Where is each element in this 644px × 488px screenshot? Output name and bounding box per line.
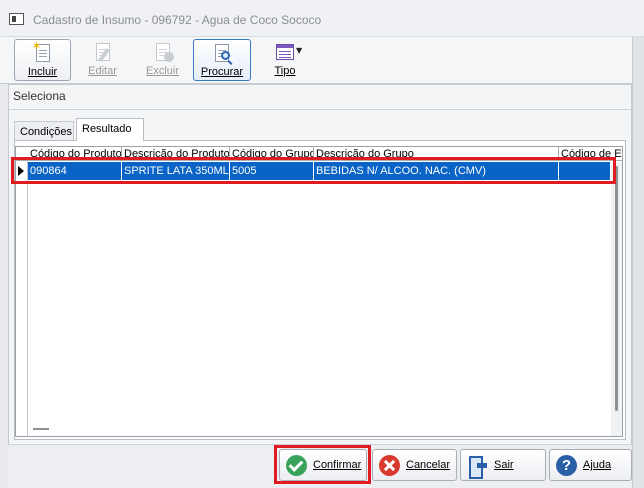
panel-divider (8, 109, 632, 110)
excluir-label: Excluir (145, 65, 179, 77)
cell-descricao-grupo[interactable]: BEBIDAS N/ ALCOO. NAC. (CMV) (314, 162, 559, 180)
toolbar: ✶ Incluir Editar Excluir Procurar Tipo ▼ (0, 37, 644, 84)
cell-codigo-produto[interactable]: 090864 (28, 162, 122, 180)
title-bar: Cadastro de Insumo - 096792 - Agua de Co… (0, 0, 644, 37)
tab-resultado[interactable]: Resultado (76, 118, 144, 141)
new-document-icon: ✶ (32, 40, 53, 65)
table-row[interactable]: 090864 SPRITE LATA 350ML ( 5005 BEBIDAS … (16, 162, 610, 180)
cell-codigo-grupo[interactable]: 5005 (230, 162, 314, 180)
cancel-icon (379, 455, 400, 476)
editar-label: Editar (88, 65, 117, 77)
tipo-dropdown-arrow-icon[interactable]: ▼ (296, 46, 302, 55)
help-icon: ? (556, 455, 577, 476)
column-header[interactable]: Código do Grupo (230, 147, 314, 161)
window-title: Cadastro de Insumo - 096792 - Agua de Co… (33, 13, 322, 27)
row-indicator-column (16, 147, 28, 436)
column-header[interactable]: Descrição do Grupo (314, 147, 559, 161)
cell-codigo-e[interactable] (559, 162, 610, 180)
tab-condicoes-label: Condições (20, 126, 72, 138)
confirmar-button[interactable]: Confirmar (279, 449, 367, 481)
type-list-icon (275, 42, 295, 64)
procurar-button[interactable]: Procurar (193, 39, 251, 81)
column-header[interactable]: Código de E (559, 147, 622, 161)
vertical-scrollbar[interactable] (611, 162, 622, 436)
check-icon (286, 455, 307, 476)
app-window-icon (9, 13, 24, 25)
confirmar-label: Confirmar (313, 459, 362, 471)
results-grid[interactable]: Código do Produto Descrição do Produto C… (15, 146, 623, 437)
tipo-label: Tipo (274, 65, 296, 77)
sair-label: Sair (494, 459, 514, 471)
delete-document-icon (153, 42, 174, 64)
incluir-button[interactable]: ✶ Incluir (14, 39, 71, 81)
column-header[interactable]: Descrição do Produto (122, 147, 230, 161)
tab-condicoes[interactable]: Condições (14, 121, 74, 141)
horizontal-scrollbar-thumb[interactable] (33, 428, 49, 430)
ajuda-label: Ajuda (583, 459, 612, 471)
window-edge (632, 37, 644, 488)
excluir-button[interactable]: Excluir (134, 39, 191, 81)
cell-descricao-produto[interactable]: SPRITE LATA 350ML ( (122, 162, 230, 180)
tab-resultado-label: Resultado (82, 123, 132, 135)
incluir-label: Incluir (27, 66, 58, 78)
grid-header: Código do Produto Descrição do Produto C… (16, 147, 622, 161)
edit-document-icon (93, 42, 113, 64)
search-document-icon (212, 43, 232, 65)
cancelar-label: Cancelar (406, 459, 451, 471)
editar-button[interactable]: Editar (75, 39, 130, 81)
exit-door-icon (467, 455, 488, 479)
panel-title: Seleciona (13, 89, 66, 103)
scrollbar-thumb[interactable] (615, 166, 618, 411)
ajuda-button[interactable]: ? Ajuda (549, 449, 632, 481)
procurar-label: Procurar (200, 66, 244, 78)
sair-button[interactable]: Sair (460, 449, 546, 481)
column-header[interactable]: Código do Produto (28, 147, 122, 161)
cancelar-button[interactable]: Cancelar (372, 449, 457, 481)
current-row-arrow-icon (18, 166, 24, 176)
